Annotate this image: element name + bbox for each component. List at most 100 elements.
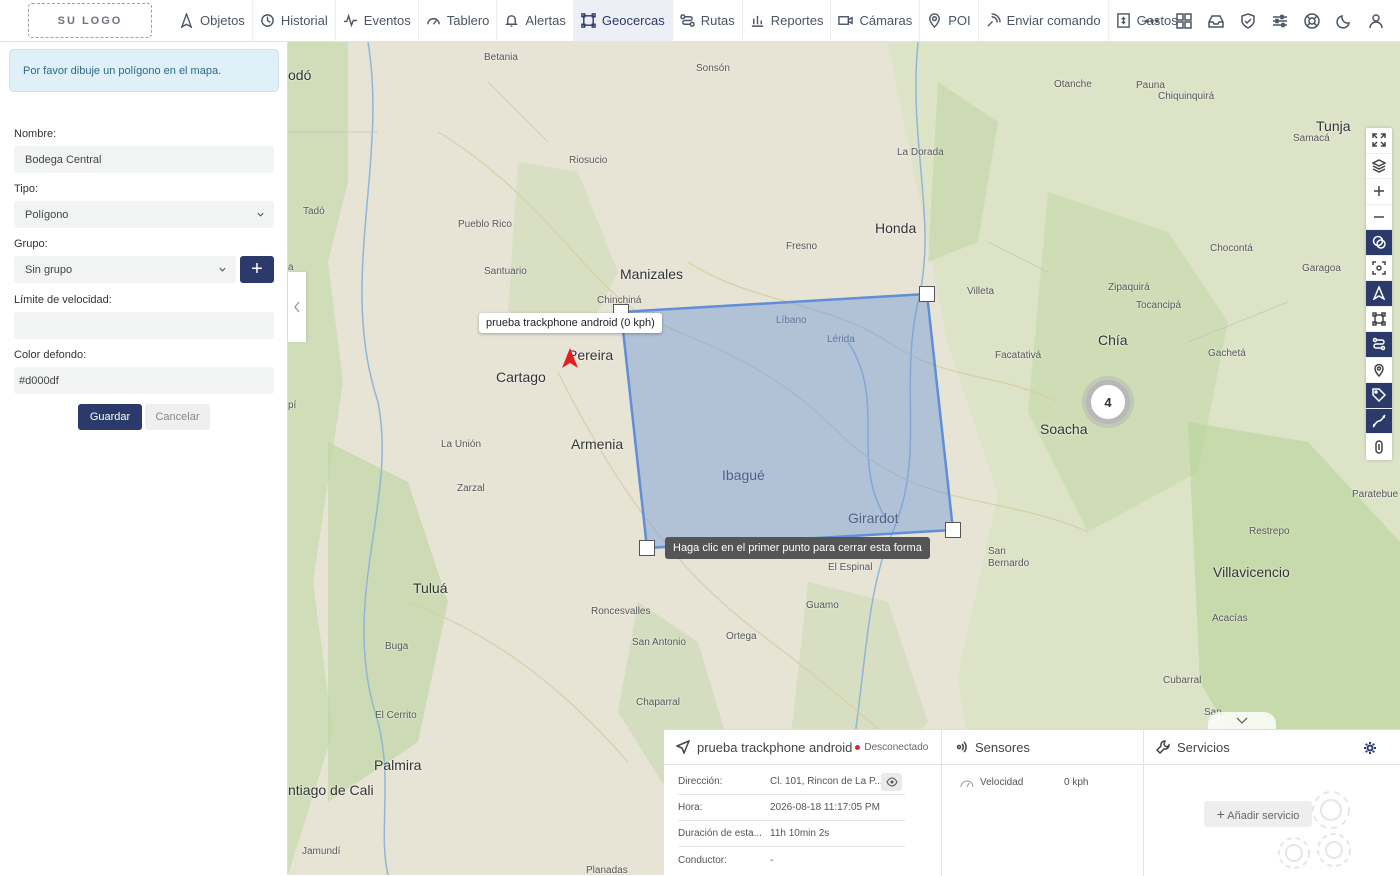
save-button[interactable]: Guardar <box>78 404 142 430</box>
map-tools <box>1366 128 1392 460</box>
detail-row: Dirección: Cl. 101, Rincon de La P... <box>678 769 905 795</box>
group-label: Grupo: <box>14 238 48 250</box>
zoom-in-button[interactable] <box>1366 179 1392 205</box>
detail-value: Cl. 101, Rincon de La P... <box>770 776 883 787</box>
detail-value: 11h 10min 2s <box>770 828 830 839</box>
detail-key: Duración de esta... <box>678 828 762 839</box>
objects-toggle[interactable] <box>1366 281 1392 307</box>
geofence-draw-toggle[interactable] <box>1366 307 1392 332</box>
polygon-vertex[interactable] <box>945 522 961 538</box>
vehicle-marker-icon[interactable] <box>560 347 580 369</box>
sensor-row: Velocidad 0 kph <box>942 765 1143 799</box>
nav-poi[interactable]: POI <box>920 0 979 41</box>
nav-alertas[interactable]: Alertas <box>497 0 574 41</box>
name-field[interactable]: Bodega Central <box>14 146 274 173</box>
navigation-icon <box>1372 286 1386 301</box>
sensor-name: Velocidad <box>980 776 1024 788</box>
theme-toggle-button[interactable] <box>1328 0 1360 41</box>
status-dot <box>855 744 861 750</box>
vehicle-info-section: prueba trackphone android Desconectado Di… <box>664 730 942 876</box>
marker-cluster[interactable]: 4 <box>1086 380 1130 424</box>
polygon-vertex[interactable] <box>919 286 935 302</box>
fit-bounds-button[interactable] <box>1366 256 1392 281</box>
nav-enviar-comando[interactable]: Enviar comando <box>979 0 1109 41</box>
inbox-icon <box>1208 14 1224 28</box>
nav-camaras[interactable]: Cámaras <box>831 0 921 41</box>
plus-icon: + <box>1216 806 1225 822</box>
collapse-sidebar-button[interactable] <box>288 272 306 342</box>
moon-icon <box>1336 14 1350 29</box>
detail-key: Conductor: <box>678 854 727 866</box>
security-button[interactable] <box>1232 0 1264 41</box>
layers-icon <box>1372 158 1386 173</box>
detail-value: 2026-08-18 11:17:05 PM <box>770 802 880 813</box>
group-select[interactable]: Sin grupo <box>14 256 236 283</box>
collapse-bottom-panel-button[interactable] <box>1208 712 1276 729</box>
shapes-icon <box>1372 236 1386 249</box>
nav-label: Objetos <box>200 13 245 28</box>
gear-icon[interactable] <box>1363 741 1377 755</box>
more-button[interactable] <box>1136 0 1168 41</box>
logo[interactable]: SU LOGO <box>28 3 152 38</box>
nav-reportes[interactable]: Reportes <box>743 0 832 41</box>
help-button[interactable] <box>1296 0 1328 41</box>
nav-label: Enviar comando <box>1006 13 1101 28</box>
add-group-button[interactable]: + <box>240 256 274 283</box>
inbox-button[interactable] <box>1200 0 1232 41</box>
type-select[interactable]: Polígono <box>14 201 274 228</box>
minus-icon <box>1374 216 1384 218</box>
routes-toggle[interactable] <box>1366 332 1392 358</box>
apps-button[interactable] <box>1168 0 1200 41</box>
nav-eventos[interactable]: Eventos <box>336 0 419 41</box>
type-value: Polígono <box>25 209 69 221</box>
focus-icon <box>1372 261 1386 275</box>
color-label: Color defondo: <box>14 349 87 361</box>
plus-icon <box>1374 186 1384 197</box>
draw-hint-tooltip: Haga clic en el primer punto para cerrar… <box>665 537 930 559</box>
detail-value: - <box>770 854 774 866</box>
geofence-icon <box>1372 312 1386 326</box>
user-button[interactable] <box>1360 0 1392 41</box>
zoom-out-button[interactable] <box>1366 205 1392 230</box>
clusters-toggle[interactable] <box>1366 434 1392 460</box>
sensors-section: Sensores Velocidad 0 kph <box>942 730 1144 876</box>
nav-objetos[interactable]: Objetos <box>172 0 253 41</box>
nav-rutas[interactable]: Rutas <box>673 0 743 41</box>
cancel-button[interactable]: Cancelar <box>145 404 210 430</box>
detail-row: Hora: 2026-08-18 11:17:05 PM <box>678 795 905 821</box>
sliders-icon <box>1273 14 1287 27</box>
layers-button[interactable] <box>1366 154 1392 179</box>
broadcast-icon <box>987 13 1001 27</box>
vehicle-tooltip: prueba trackphone android (0 kph) <box>479 313 662 333</box>
navigation-icon <box>180 13 193 28</box>
add-service-label: Añadir servicio <box>1227 810 1300 822</box>
show-address-button[interactable] <box>881 773 902 791</box>
detail-key: Dirección: <box>678 776 723 787</box>
speed-limit-label: Límite de velocidad: <box>14 294 112 306</box>
chevron-left-icon <box>294 301 300 313</box>
detail-key: Hora: <box>678 802 703 813</box>
add-service-button[interactable]: + Añadir servicio <box>1204 801 1312 827</box>
group-value: Sin grupo <box>25 264 73 276</box>
name-label: Nombre: <box>14 128 57 140</box>
nav-tablero[interactable]: Tablero <box>419 0 498 41</box>
type-label: Tipo: <box>14 183 39 195</box>
nav-geocercas[interactable]: Geocercas <box>573 0 673 41</box>
poi-toggle[interactable] <box>1366 358 1392 383</box>
nav-label: Rutas <box>700 13 735 28</box>
geofences-toggle[interactable] <box>1366 230 1392 256</box>
polygon-vertex[interactable] <box>639 540 655 556</box>
nav-historial[interactable]: Historial <box>253 0 336 41</box>
speed-limit-field[interactable] <box>14 312 274 339</box>
signal-icon <box>956 741 967 753</box>
settings-sliders-button[interactable] <box>1264 0 1296 41</box>
fullscreen-button[interactable] <box>1366 128 1392 154</box>
more-horizontal-icon <box>1145 18 1159 23</box>
color-field[interactable]: #d000df <box>14 367 274 394</box>
labels-toggle[interactable] <box>1366 383 1392 409</box>
bell-icon <box>505 15 519 27</box>
tails-toggle[interactable] <box>1366 408 1392 434</box>
detail-row: Conductor: - <box>678 847 905 873</box>
wrench-icon <box>1156 740 1170 754</box>
nav-label: Geocercas <box>601 13 665 28</box>
